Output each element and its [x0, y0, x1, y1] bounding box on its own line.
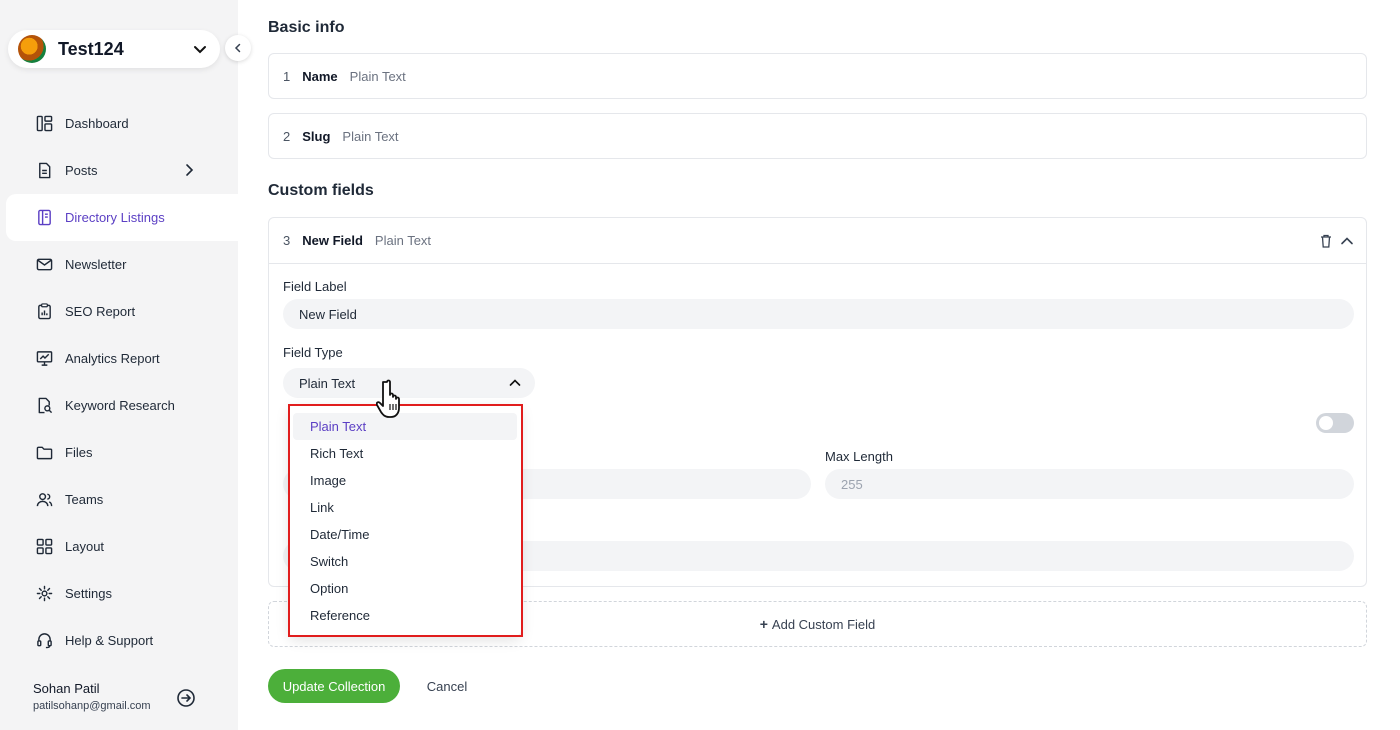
chevron-up-icon [509, 379, 521, 386]
cancel-button[interactable]: Cancel [416, 669, 478, 703]
sidebar-item-help-support[interactable]: Help & Support [0, 617, 238, 664]
headset-icon [37, 633, 52, 649]
sidebar-item-teams[interactable]: Teams [0, 476, 238, 523]
field-name: Slug [302, 128, 331, 144]
field-type-select-value: Plain Text [299, 375, 356, 391]
sidebar-item-keyword-research[interactable]: Keyword Research [0, 382, 238, 429]
sidebar-item-label: Files [65, 445, 93, 460]
sidebar-item-label: Layout [65, 539, 105, 554]
trash-icon[interactable] [1320, 234, 1332, 248]
option-switch[interactable]: Switch [293, 548, 517, 575]
sidebar-item-label: Posts [65, 163, 98, 178]
sidebar-item-dashboard[interactable]: Dashboard [0, 100, 238, 147]
option-rich-text[interactable]: Rich Text [293, 440, 517, 467]
required-toggle[interactable] [1316, 413, 1354, 433]
document-icon [39, 162, 51, 179]
sidebar-item-label: Settings [65, 586, 112, 601]
workspace-switcher[interactable]: Test124 [8, 30, 220, 68]
hand-cursor-icon [376, 379, 400, 418]
custom-fields-title: Custom fields [268, 182, 374, 199]
field-type: Plain Text [374, 233, 432, 248]
sidebar-item-files[interactable]: Files [0, 429, 238, 476]
field-row-slug[interactable]: 2 Slug Plain Text [268, 113, 1367, 159]
sidebar-item-label: Analytics Report [65, 351, 160, 366]
update-collection-button[interactable]: Update Collection [268, 669, 400, 703]
sidebar-item-label: Newsletter [65, 257, 127, 272]
chevron-up-icon[interactable] [1340, 234, 1354, 248]
option-reference[interactable]: Reference [293, 602, 517, 629]
sidebar-item-analytics-report[interactable]: Analytics Report [0, 335, 238, 382]
sidebar-item-directory-listings[interactable]: Directory Listings [6, 194, 238, 241]
workspace-name: Test124 [58, 38, 124, 59]
field-type: Plain Text [342, 128, 399, 144]
chevron-down-icon [194, 46, 206, 54]
sidebar-item-label: Teams [65, 492, 104, 507]
option-date-time[interactable]: Date/Time [293, 521, 517, 548]
sidebar-item-label: Keyword Research [65, 398, 175, 413]
field-number: 1 [283, 68, 291, 84]
plus-icon: + [759, 616, 768, 632]
folder-icon [36, 446, 53, 460]
chevron-right-icon [186, 164, 194, 176]
field-type-dropdown: Plain Text Rich Text Image Link Date/Tim… [289, 405, 521, 636]
sidebar-item-label: Dashboard [65, 116, 129, 131]
chevron-left-icon [234, 43, 241, 53]
clipboard-chart-icon [38, 303, 51, 320]
option-option[interactable]: Option [293, 575, 517, 602]
option-link[interactable]: Link [293, 494, 517, 521]
field-number: 3 [283, 233, 291, 248]
sidebar-item-label: Directory Listings [65, 210, 165, 225]
custom-field-header[interactable]: 3 New Field Plain Text [269, 218, 1366, 264]
users-icon [36, 493, 53, 507]
gear-icon [36, 585, 53, 602]
field-row-name[interactable]: 1 Name Plain Text [268, 53, 1367, 99]
field-label-caption: Field Label [283, 279, 347, 294]
option-image[interactable]: Image [293, 467, 517, 494]
sidebar-item-seo-report[interactable]: SEO Report [0, 288, 238, 335]
sidebar-item-label: SEO Report [65, 304, 136, 319]
field-name: Name [302, 68, 338, 84]
basic-info-title: Basic info [268, 19, 345, 36]
dashboard-icon [36, 115, 53, 132]
book-icon [38, 209, 51, 226]
mail-icon [36, 258, 53, 271]
max-length-input[interactable]: 255 [825, 469, 1354, 499]
field-name: New Field [302, 233, 363, 248]
sidebar-item-newsletter[interactable]: Newsletter [0, 241, 238, 288]
sidebar-item-posts[interactable]: Posts [0, 147, 238, 194]
collapse-sidebar-button[interactable] [225, 35, 251, 61]
add-custom-field-label: Add Custom Field [771, 616, 876, 632]
sidebar-item-layout[interactable]: Layout [0, 523, 238, 570]
grid-icon [36, 538, 53, 555]
field-number: 2 [283, 128, 291, 144]
sidebar-nav: Dashboard Posts Directory Listings Newsl… [0, 100, 238, 664]
field-type: Plain Text [349, 68, 406, 84]
file-search-icon [38, 397, 53, 414]
field-type-caption: Field Type [283, 345, 343, 360]
field-label-input[interactable]: New Field [283, 299, 1354, 329]
sidebar: Test124 Dashboard Posts Directory Listin… [0, 0, 238, 730]
sidebar-item-label: Help & Support [65, 633, 154, 648]
max-length-caption: Max Length [825, 449, 893, 464]
logout-icon[interactable] [176, 688, 196, 708]
monitor-chart-icon [36, 351, 53, 366]
sidebar-item-settings[interactable]: Settings [0, 570, 238, 617]
workspace-logo [18, 35, 46, 63]
